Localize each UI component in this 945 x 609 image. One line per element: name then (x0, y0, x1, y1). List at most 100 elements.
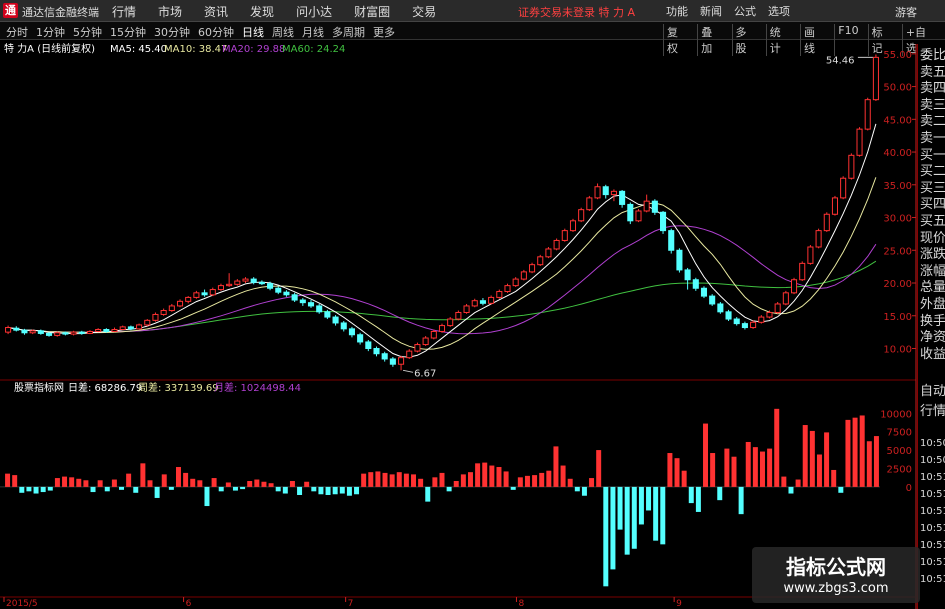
indicator-bar (674, 458, 680, 487)
indicator-bar (297, 486, 303, 495)
indicator-bar (681, 470, 687, 487)
candle-body (316, 305, 323, 313)
candle-body (692, 279, 699, 289)
candle-body (848, 154, 855, 179)
candle-body (160, 310, 167, 315)
price-tick-label: 50.00 (883, 83, 912, 94)
candle-body (250, 278, 257, 283)
candle-body (676, 249, 683, 271)
side-item-14[interactable]: 总量 (920, 280, 945, 296)
indicator-bar (553, 446, 559, 487)
side-item-17[interactable]: 净资 (920, 330, 945, 346)
trade-time: 10:51 (920, 574, 945, 585)
indicator-bar (574, 486, 580, 492)
indicator-bar (62, 476, 68, 487)
indicator-bar (510, 486, 516, 490)
candle-body (13, 327, 20, 331)
side-item-15[interactable]: 外盘 (920, 297, 945, 313)
side-item-10[interactable]: 买五 (920, 214, 945, 230)
candle-body (267, 283, 274, 289)
price-tick-label: 35.00 (883, 181, 912, 192)
time-tick-label: 2015/5 (6, 599, 38, 609)
candle-body (741, 323, 748, 329)
candle-body (438, 325, 446, 332)
side-item-19[interactable]: 自动 (920, 384, 945, 400)
side-item-9[interactable]: 买四 (920, 197, 945, 213)
side-item-6[interactable]: 买一 (920, 148, 945, 164)
watermark: 指标公式网 www.zbgs3.com (752, 547, 920, 603)
side-item-16[interactable]: 换手 (920, 314, 945, 330)
side-item-18[interactable]: 收益 (920, 347, 945, 363)
price-tick-label: 20.00 (883, 279, 912, 290)
indicator-bar (489, 465, 495, 487)
indicator-bar (183, 472, 189, 487)
ma5-legend: MA5: 45.40 (110, 44, 167, 55)
side-item-7[interactable]: 买二 (920, 164, 945, 180)
candle-body (725, 311, 732, 320)
side-item-8[interactable]: 买三 (920, 181, 945, 197)
side-item-3[interactable]: 卖三 (920, 98, 945, 114)
candle-body (29, 330, 36, 334)
indicator-bar (866, 441, 872, 487)
ma5-line (8, 123, 877, 358)
side-item-13[interactable]: 涨幅 (920, 264, 945, 280)
moving-average-lines (8, 123, 877, 358)
indicator-bar (282, 486, 288, 494)
indicator-bar (411, 474, 417, 487)
candle-body (619, 190, 626, 205)
indicator-bar (816, 454, 822, 487)
side-item-11[interactable]: 现价 (920, 231, 945, 247)
candle-body (447, 318, 454, 327)
side-item-2[interactable]: 卖四 (920, 81, 945, 97)
indicator-bar (767, 448, 773, 487)
candle-body (176, 300, 184, 307)
candle-body (545, 248, 552, 258)
indicator-bar (111, 479, 117, 487)
kline-chart[interactable]: 10.00 15.00 20.00 25.00 30.00 35.00 40.00 45.00… (0, 0, 945, 609)
side-item-5[interactable]: 卖一 (920, 131, 945, 147)
candle-body (750, 321, 757, 329)
candle-body (799, 262, 806, 281)
candle-body (95, 329, 102, 332)
candle-body (537, 256, 544, 266)
ma10-legend: MA10: 38.47 (164, 44, 227, 55)
side-item-20[interactable]: 行情 (920, 404, 945, 420)
side-item-4[interactable]: 卖二 (920, 114, 945, 130)
weekly-diff-legend: 周差: 337139.69 (138, 381, 219, 394)
price-tick-label: 55.00 (883, 50, 912, 61)
side-item-0[interactable]: 委比 (920, 48, 945, 64)
candle-body (422, 337, 429, 346)
indicator-bar (475, 463, 481, 487)
candle-body (340, 322, 347, 330)
candle-body (103, 329, 110, 332)
candle-body (365, 341, 372, 349)
indicator-bar (261, 481, 267, 487)
indicator-bar (339, 486, 345, 494)
candle-body (831, 197, 839, 215)
candle-body (700, 287, 708, 297)
indicator-bar (603, 486, 609, 587)
indicator-bar (439, 472, 445, 487)
indicator-bar (161, 474, 167, 487)
side-item-12[interactable]: 涨跌 (920, 247, 945, 263)
price-tick-label: 30.00 (883, 214, 912, 225)
indicator-bar (781, 476, 787, 487)
price-tick-label: 45.00 (883, 115, 912, 126)
trade-time: 10:50 (920, 455, 945, 466)
indicator-bar (104, 486, 110, 492)
indicator-bar (546, 470, 552, 487)
indicator-bar (389, 474, 395, 487)
candle-body (217, 285, 224, 291)
candle-body (586, 197, 593, 211)
candle-body (234, 280, 241, 285)
candle-body (78, 331, 85, 334)
candle-body (209, 289, 216, 296)
candlesticks (5, 54, 879, 371)
side-item-1[interactable]: 卖五 (920, 65, 945, 81)
price-tick-label: 10.00 (883, 344, 912, 355)
indicator-bar (354, 486, 360, 495)
candle-body (324, 311, 331, 318)
indicator-bar (824, 432, 830, 487)
indicator-bar (247, 481, 253, 487)
time-tick-label: 6 (186, 599, 192, 609)
